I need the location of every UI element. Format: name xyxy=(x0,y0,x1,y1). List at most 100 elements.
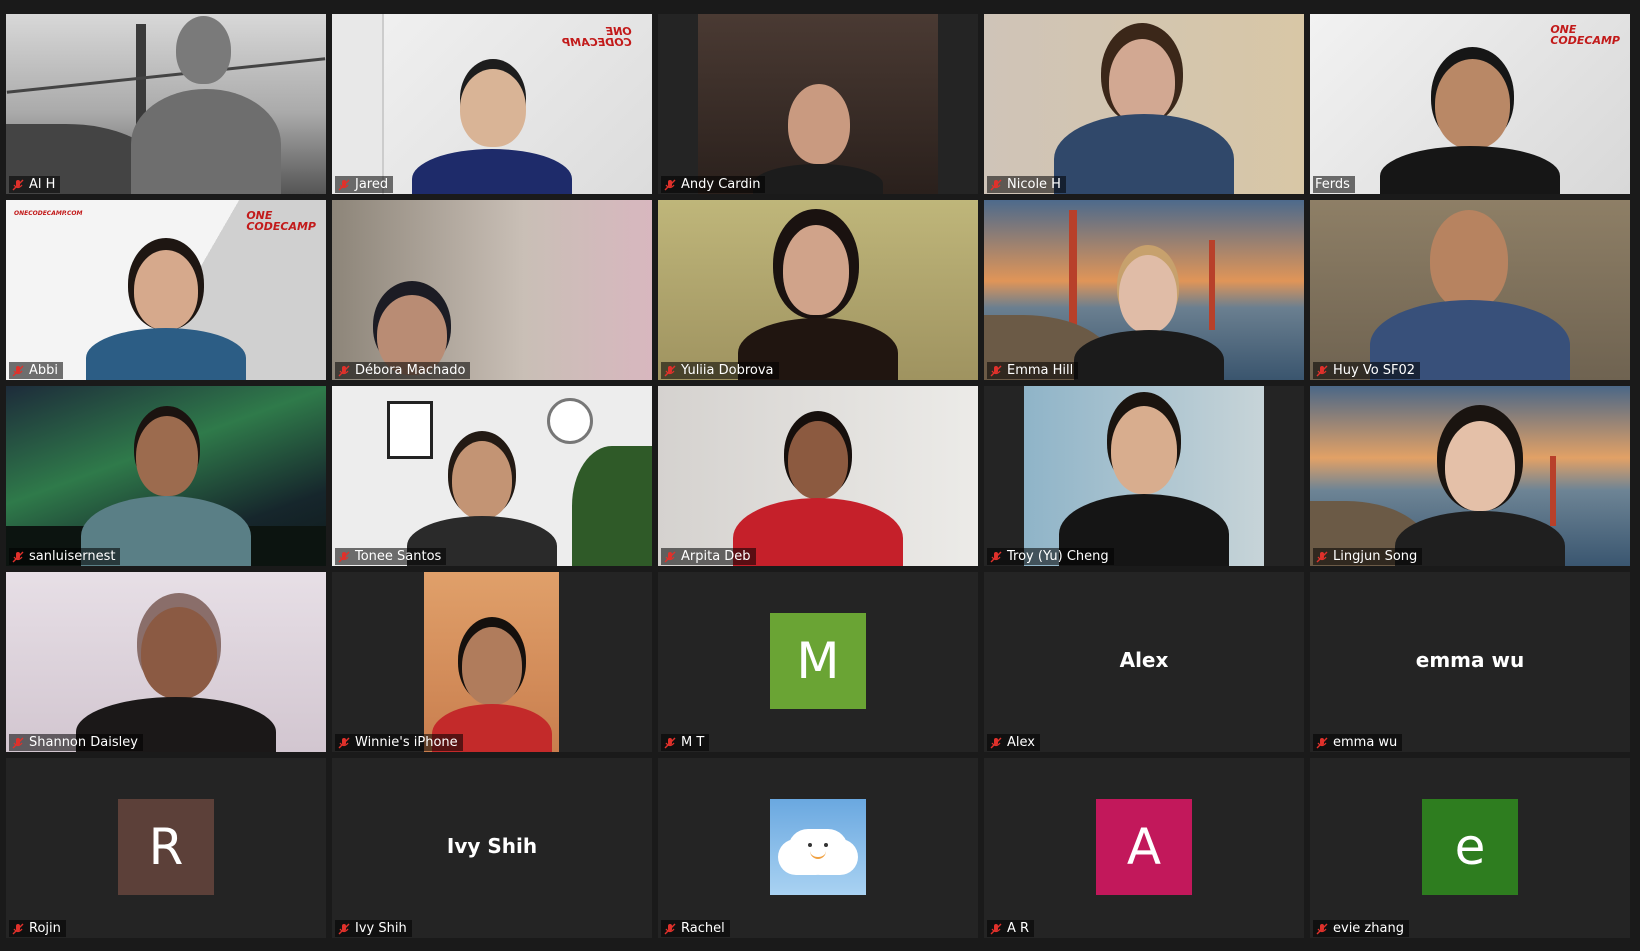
muted-mic-icon xyxy=(12,179,24,190)
participant-name: Huy Vo SF02 xyxy=(1333,363,1416,378)
participant-tile-ivy-shih[interactable]: Ivy Shih Ivy Shih xyxy=(332,758,652,938)
participant-video xyxy=(984,200,1304,380)
participant-tile-rojin[interactable]: R Rojin xyxy=(6,758,326,938)
participant-tile-lingjun-song[interactable]: Lingjun Song xyxy=(1310,386,1630,566)
participant-video xyxy=(6,386,326,566)
participant-name: Ivy Shih xyxy=(355,921,407,936)
name-tag: Ivy Shih xyxy=(335,920,412,937)
muted-mic-icon xyxy=(338,179,350,190)
name-tag: Débora Machado xyxy=(335,362,471,379)
participant-tile-troy-cheng[interactable]: Troy (Yu) Cheng xyxy=(984,386,1304,566)
name-tag: Rojin xyxy=(9,920,66,937)
muted-mic-icon xyxy=(990,923,1002,934)
avatar: M xyxy=(770,613,866,709)
video-gallery: Al H ONE CODECAMP Jared Andy Cardin Nico… xyxy=(0,0,1640,951)
participant-tile-m-t[interactable]: M M T xyxy=(658,572,978,752)
participant-video: ONE CODECAMP xyxy=(1310,14,1630,194)
participant-video: ONE CODECAMP xyxy=(332,14,652,194)
participant-tile-al-h[interactable]: Al H xyxy=(6,14,326,194)
participant-name: evie zhang xyxy=(1333,921,1404,936)
participant-name: Abbi xyxy=(29,363,59,378)
name-tag: Yuliia Dobrova xyxy=(661,362,779,379)
participant-tile-tonee-santos[interactable]: Tonee Santos xyxy=(332,386,652,566)
display-name: Alex xyxy=(1119,648,1169,672)
muted-mic-icon xyxy=(338,923,350,934)
display-name: emma wu xyxy=(1415,648,1525,672)
participant-tile-jared[interactable]: ONE CODECAMP Jared xyxy=(332,14,652,194)
name-tag: M T xyxy=(661,734,710,751)
muted-mic-icon xyxy=(990,737,1002,748)
muted-mic-icon xyxy=(990,551,1002,562)
participant-video xyxy=(984,386,1304,566)
muted-mic-icon xyxy=(664,365,676,376)
brand-logo: ONE CODECAMP xyxy=(562,25,632,49)
participant-video: ONECODECAMP.COM ONE CODECAMP xyxy=(6,200,326,380)
name-tag: A R xyxy=(987,920,1035,937)
participant-tile-abbi[interactable]: ONECODECAMP.COM ONE CODECAMP Abbi xyxy=(6,200,326,380)
participant-video xyxy=(1310,200,1630,380)
participant-name: emma wu xyxy=(1333,735,1398,750)
participant-name: A R xyxy=(1007,921,1030,936)
name-tag: Shannon Daisley xyxy=(9,734,143,751)
name-tag: evie zhang xyxy=(1313,920,1409,937)
avatar: A xyxy=(1096,799,1192,895)
participant-tile-rachel[interactable]: Rachel xyxy=(658,758,978,938)
participant-name: Ferds xyxy=(1315,177,1350,192)
participant-name: Tonee Santos xyxy=(355,549,442,564)
muted-mic-icon xyxy=(1316,737,1328,748)
participant-tile-emma-hill[interactable]: Emma Hill xyxy=(984,200,1304,380)
participant-tile-alex[interactable]: Alex Alex xyxy=(984,572,1304,752)
participant-tile-andy-cardin[interactable]: Andy Cardin xyxy=(658,14,978,194)
name-tag: Troy (Yu) Cheng xyxy=(987,548,1114,565)
participant-tile-winnies-iphone[interactable]: Winnie's iPhone xyxy=(332,572,652,752)
name-tag: Emma Hill xyxy=(987,362,1079,379)
avatar: R xyxy=(118,799,214,895)
participant-tile-shannon-daisley[interactable]: Shannon Daisley xyxy=(6,572,326,752)
name-tag: sanluisernest xyxy=(9,548,121,565)
name-tag: Winnie's iPhone xyxy=(335,734,463,751)
name-tag: Jared xyxy=(335,176,394,193)
participant-tile-huy-vo[interactable]: Huy Vo SF02 xyxy=(1310,200,1630,380)
participant-name: Yuliia Dobrova xyxy=(681,363,774,378)
participant-video xyxy=(332,572,652,752)
muted-mic-icon xyxy=(664,923,676,934)
name-tag: Lingjun Song xyxy=(1313,548,1423,565)
participant-tile-yuliia-dobrova[interactable]: Yuliia Dobrova xyxy=(658,200,978,380)
participant-tile-sanluisernest[interactable]: sanluisernest xyxy=(6,386,326,566)
muted-mic-icon xyxy=(12,923,24,934)
participant-tile-emma-wu[interactable]: emma wu emma wu xyxy=(1310,572,1630,752)
muted-mic-icon xyxy=(1316,923,1328,934)
participant-name: Rojin xyxy=(29,921,61,936)
site-watermark: ONECODECAMP.COM xyxy=(14,210,83,217)
participant-name: Rachel xyxy=(681,921,725,936)
participant-name: Andy Cardin xyxy=(681,177,761,192)
participant-name: Jared xyxy=(355,177,389,192)
participant-video xyxy=(658,14,978,194)
participant-video xyxy=(6,572,326,752)
participant-tile-arpita-deb[interactable]: Arpita Deb xyxy=(658,386,978,566)
name-tag: Rachel xyxy=(661,920,730,937)
participant-name: Shannon Daisley xyxy=(29,735,138,750)
name-tag: Alex xyxy=(987,734,1040,751)
participant-tile-ferds-active-speaker[interactable]: ONE CODECAMP Ferds xyxy=(1310,14,1630,194)
name-tag: Andy Cardin xyxy=(661,176,766,193)
muted-mic-icon xyxy=(12,551,24,562)
participant-video xyxy=(6,14,326,194)
participant-tile-a-r[interactable]: A A R xyxy=(984,758,1304,938)
participant-tile-debora-machado[interactable]: Débora Machado xyxy=(332,200,652,380)
participant-tile-nicole-h[interactable]: Nicole H xyxy=(984,14,1304,194)
muted-mic-icon xyxy=(12,365,24,376)
muted-mic-icon xyxy=(664,737,676,748)
participant-name: Arpita Deb xyxy=(681,549,751,564)
muted-mic-icon xyxy=(990,365,1002,376)
participant-video xyxy=(1310,386,1630,566)
participant-video xyxy=(658,200,978,380)
participant-video xyxy=(332,200,652,380)
muted-mic-icon xyxy=(338,365,350,376)
participant-tile-evie-zhang[interactable]: e evie zhang xyxy=(1310,758,1630,938)
muted-mic-icon xyxy=(338,551,350,562)
muted-mic-icon xyxy=(12,737,24,748)
participant-name: Alex xyxy=(1007,735,1035,750)
name-tag: Tonee Santos xyxy=(335,548,447,565)
name-tag: Ferds xyxy=(1313,176,1355,193)
